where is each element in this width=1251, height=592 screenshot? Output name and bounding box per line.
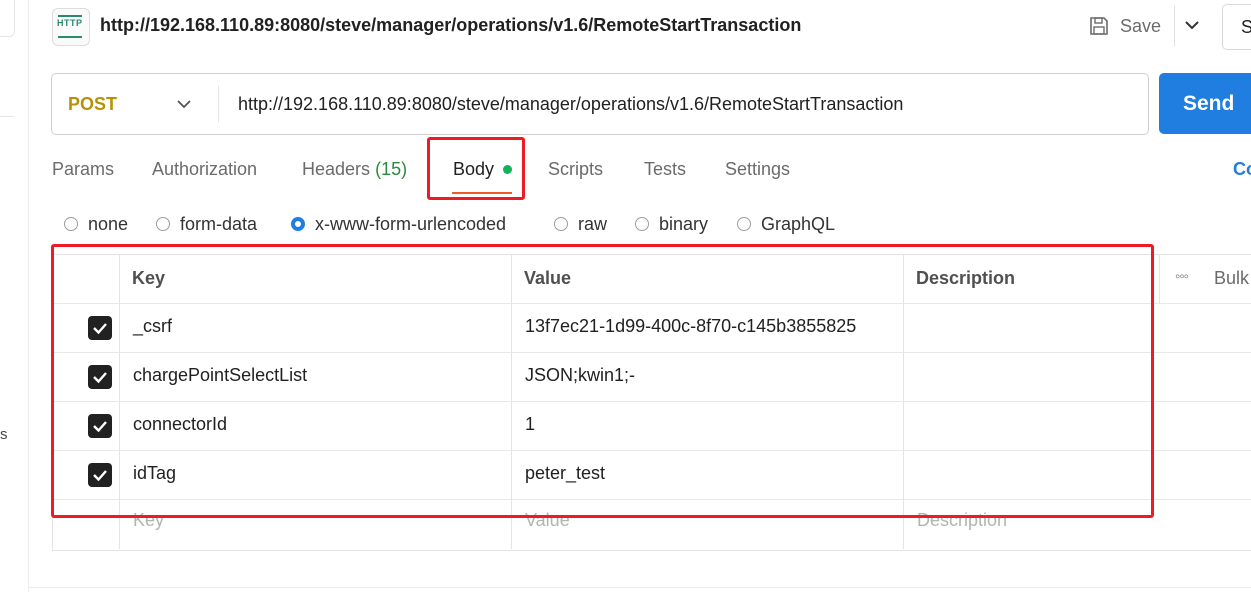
left-sidebar-edge: s bbox=[0, 0, 29, 592]
http-icon: HTTP bbox=[52, 8, 90, 46]
tab-headers[interactable]: Headers (15) bbox=[302, 159, 407, 180]
cookies-link[interactable]: Co bbox=[1233, 159, 1251, 180]
radio-form-data[interactable]: form-data bbox=[156, 212, 257, 236]
sidebar-text-fragment: s bbox=[0, 426, 8, 443]
radio-circle bbox=[737, 217, 751, 231]
request-title[interactable]: http://192.168.110.89:8080/steve/manager… bbox=[100, 15, 801, 36]
radio-binary[interactable]: binary bbox=[635, 212, 708, 236]
bulk-edit-button[interactable]: Bulk bbox=[1214, 268, 1249, 289]
share-label: S bbox=[1241, 17, 1251, 37]
method-select[interactable]: POST bbox=[68, 94, 117, 115]
radio-label: form-data bbox=[180, 213, 258, 234]
radio-circle-selected bbox=[291, 217, 305, 231]
radio-raw[interactable]: raw bbox=[554, 212, 607, 236]
url-input[interactable] bbox=[238, 92, 1118, 116]
radio-none[interactable]: none bbox=[64, 212, 128, 236]
bottom-divider bbox=[28, 587, 1251, 588]
tab-settings[interactable]: Settings bbox=[725, 159, 790, 180]
sidebar-divider bbox=[0, 116, 14, 117]
radio-circle bbox=[64, 217, 78, 231]
request-bar: POST bbox=[51, 73, 1149, 135]
radio-label: binary bbox=[659, 213, 709, 234]
radio-graphql[interactable]: GraphQL bbox=[737, 212, 835, 236]
save-button[interactable]: Save bbox=[1088, 12, 1161, 40]
radio-circle bbox=[554, 217, 568, 231]
radio-label: none bbox=[88, 213, 129, 234]
headers-count: (15) bbox=[375, 159, 408, 179]
radio-label: raw bbox=[578, 213, 608, 234]
arrow-left-icon bbox=[58, 36, 82, 38]
radio-x-www-form-urlencoded[interactable]: x-www-form-urlencoded bbox=[291, 212, 506, 236]
save-label: Save bbox=[1120, 15, 1162, 36]
tab-headers-label: Headers bbox=[302, 159, 371, 179]
tab-scripts[interactable]: Scripts bbox=[548, 159, 603, 180]
send-label: Send bbox=[1183, 92, 1235, 115]
radio-label: GraphQL bbox=[761, 213, 836, 234]
annotation-highlight-params-table bbox=[51, 244, 1154, 518]
tab-tests[interactable]: Tests bbox=[644, 159, 686, 180]
tab-authorization[interactable]: Authorization bbox=[152, 159, 257, 180]
arrow-right-icon bbox=[58, 15, 82, 17]
save-divider bbox=[1174, 6, 1175, 46]
chevron-down-icon[interactable] bbox=[176, 96, 192, 112]
radio-circle bbox=[635, 217, 649, 231]
send-button[interactable]: Send bbox=[1159, 73, 1251, 134]
radio-label: x-www-form-urlencoded bbox=[315, 213, 507, 234]
column-divider bbox=[1159, 254, 1160, 304]
http-icon-label: HTTP bbox=[57, 18, 83, 28]
chevron-down-icon[interactable] bbox=[1183, 16, 1201, 34]
request-divider bbox=[218, 86, 219, 122]
more-icon[interactable]: ◦◦◦ bbox=[1175, 268, 1189, 285]
annotation-highlight-body-tab bbox=[427, 137, 525, 200]
radio-circle bbox=[156, 217, 170, 231]
tab-params[interactable]: Params bbox=[52, 159, 114, 180]
share-button[interactable]: S bbox=[1222, 4, 1251, 50]
save-icon bbox=[1090, 17, 1108, 35]
sidebar-stub bbox=[0, 0, 15, 37]
